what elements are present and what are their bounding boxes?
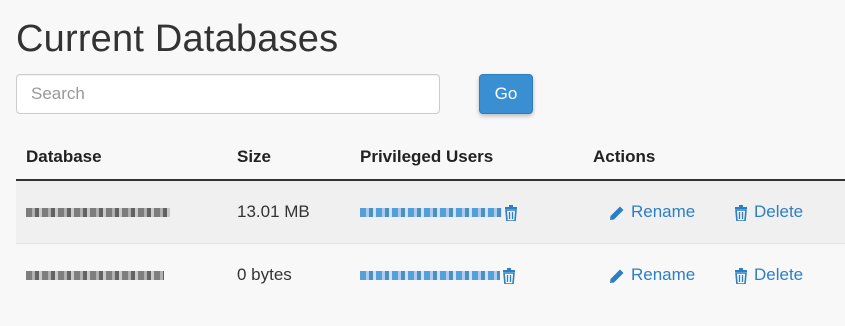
trash-icon — [735, 204, 747, 221]
table-header: Database Size Privileged Users Actions — [16, 136, 845, 181]
pencil-icon — [610, 269, 624, 283]
rename-label: Rename — [631, 202, 696, 221]
delete-button[interactable]: Delete — [734, 244, 803, 306]
privileged-user-link-redacted[interactable] — [360, 208, 502, 217]
trash-icon — [735, 267, 747, 284]
rename-button[interactable]: Rename — [609, 244, 695, 306]
remove-user-button[interactable] — [502, 244, 516, 306]
search-input[interactable] — [16, 74, 440, 114]
database-name-redacted — [26, 208, 170, 217]
column-header-privileged-users: Privileged Users — [360, 147, 494, 166]
column-header-actions: Actions — [593, 147, 656, 166]
trash-icon — [503, 267, 515, 284]
pencil-icon — [610, 206, 624, 220]
trash-icon — [505, 204, 517, 221]
privileged-user-link-redacted[interactable] — [360, 271, 500, 280]
database-size: 13.01 MB — [237, 202, 310, 221]
delete-label: Delete — [754, 202, 804, 221]
database-name-redacted — [26, 271, 164, 280]
database-size: 0 bytes — [237, 265, 292, 284]
page-title: Current Databases — [16, 18, 339, 60]
table-row: 13.01 MB Rename Delete — [16, 181, 845, 243]
table-row: 0 bytes Rename Delete — [16, 243, 845, 306]
go-button[interactable]: Go — [479, 74, 533, 114]
delete-label: Delete — [754, 265, 804, 284]
remove-user-button[interactable] — [504, 181, 518, 243]
databases-table: Database Size Privileged Users Actions 1… — [16, 136, 845, 306]
rename-button[interactable]: Rename — [609, 181, 695, 243]
rename-label: Rename — [631, 265, 696, 284]
column-header-size[interactable]: Size — [237, 147, 271, 167]
delete-button[interactable]: Delete — [734, 181, 803, 243]
column-header-database[interactable]: Database — [26, 147, 102, 167]
